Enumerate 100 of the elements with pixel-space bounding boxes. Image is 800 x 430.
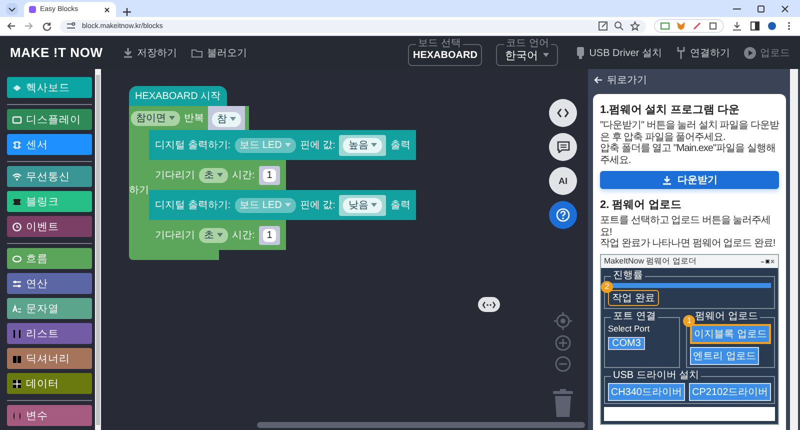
loop-icon	[12, 254, 22, 264]
download-icon	[732, 21, 742, 31]
scrollbar-track[interactable]	[790, 69, 798, 430]
share-icon	[598, 21, 608, 31]
category-item[interactable]: 연산	[7, 273, 92, 294]
help-icon	[556, 208, 570, 222]
number-field[interactable]: 1	[262, 168, 276, 182]
chip-icon	[12, 140, 22, 150]
unit-dropdown[interactable]: 초	[199, 168, 228, 182]
block-label: 기다리기	[155, 169, 195, 182]
condition-dropdown[interactable]: 참	[212, 112, 241, 126]
monitor-icon	[12, 114, 22, 124]
new-tab-icon	[122, 7, 132, 17]
zoom-icon	[614, 21, 624, 31]
group-label: USB 드라이버 설치	[611, 370, 702, 380]
play-icon	[744, 46, 756, 58]
block-label: 시간:	[232, 229, 255, 242]
instruction-text: 포트를 선택하고 업로드 버튼을 눌러주세요!	[600, 215, 772, 238]
open-button[interactable]: 불러오기	[190, 46, 247, 60]
site-info-icon	[66, 21, 76, 31]
usb-plug-icon	[576, 46, 586, 59]
number-field[interactable]: 1	[262, 228, 276, 242]
fox-icon	[676, 21, 686, 31]
text-icon	[12, 304, 22, 314]
wifi-icon	[12, 172, 22, 182]
wait-block[interactable]: 기다리기 초 시간: 1	[149, 160, 286, 190]
instruction-text: 압축 폴더를 열고 "Main.exe"파일을 실행해 주세요.	[600, 143, 776, 166]
value-dropdown[interactable]: 높음	[343, 138, 382, 152]
ai-button[interactable]: AI	[549, 167, 577, 195]
sliders-icon	[12, 278, 22, 288]
window-controls-icon	[760, 256, 775, 266]
scrollbar-thumb[interactable]	[257, 422, 585, 428]
book-icon	[12, 354, 22, 364]
category-item[interactable]: 무선통신	[7, 166, 92, 187]
step-title: 2. 펌웨어 업로드	[600, 198, 682, 212]
wait-block[interactable]: 기다리기 초 시간: 1	[149, 220, 286, 250]
field-label: Select Port	[608, 324, 651, 334]
logo[interactable]: MAKE !T NOW	[10, 45, 103, 60]
category-item[interactable]: 변수	[7, 405, 92, 426]
block-label: 하기	[129, 184, 149, 197]
category-item[interactable]: 리스트	[7, 323, 92, 344]
loop-mode-dropdown[interactable]: 참이면	[131, 110, 180, 126]
step-badge: 2	[601, 280, 613, 292]
plug-icon	[676, 46, 686, 59]
favicon-icon	[29, 6, 36, 13]
instruction-text: "다운받기" 버튼을 눌러 설치 파일을 다운받은 후 압축 파일을 풀어주세요.	[600, 120, 779, 143]
chip-icon	[12, 196, 22, 206]
puzzle-icon	[708, 21, 718, 31]
back-arrow-icon	[593, 75, 603, 85]
group-label: 포트 연결	[611, 310, 658, 322]
reload-icon	[42, 21, 52, 31]
download-icon	[122, 47, 133, 58]
close-icon	[103, 6, 111, 14]
window-title: MakeItNow 펌웨어 업로더	[604, 256, 698, 267]
save-button[interactable]: 저장하기	[122, 46, 177, 60]
block-label: 기다리기	[155, 229, 195, 242]
star-icon	[630, 21, 640, 31]
instruction-text: 작업 완료가 나타나면 펌웨어 업로드 완료!	[600, 238, 776, 250]
grid-icon	[12, 378, 22, 388]
code-button[interactable]	[549, 99, 577, 127]
back-link[interactable]: 뒤로가기	[593, 73, 786, 87]
block-label: 디지털 출력하기:	[155, 199, 231, 212]
back-icon	[6, 21, 16, 31]
block-label: 핀에 값:	[300, 199, 336, 212]
value-dropdown[interactable]: 낮음	[343, 198, 382, 212]
scrollbar-thumb[interactable]	[96, 75, 100, 425]
extensions-bar[interactable]	[654, 19, 724, 33]
block-label: 시간:	[232, 169, 255, 182]
folder-icon	[190, 48, 203, 58]
restore-icon	[756, 4, 766, 14]
block-label: 핀에 값:	[300, 139, 336, 152]
tab-list-button[interactable]	[6, 3, 18, 15]
group-label: 진행률	[611, 270, 645, 280]
code-icon	[557, 108, 569, 118]
chat-icon	[556, 141, 570, 153]
step-badge: 1	[683, 314, 696, 326]
category-item[interactable]: 데이터	[7, 373, 92, 394]
digital-write-block[interactable]: 디지털 출력하기: 보드 LED 핀에 값: 낮음 출력	[149, 190, 416, 220]
pen-icon	[692, 21, 702, 31]
forward-icon	[24, 21, 34, 31]
sidebar-icon	[750, 21, 760, 31]
block-label: 출력	[390, 139, 410, 152]
grid-icon	[660, 21, 670, 31]
download-icon	[662, 175, 672, 185]
step-title: 1.펌웨어 설치 프로그램 다운	[600, 103, 740, 117]
hexagon-icon	[12, 82, 22, 92]
unit-dropdown[interactable]: 초	[199, 228, 228, 242]
category-item[interactable]: 딕셔너리	[7, 348, 92, 369]
usb-button[interactable]: USB Driver 설치	[576, 46, 662, 60]
close-icon	[780, 4, 790, 14]
category-item[interactable]: 디스플레이	[7, 109, 92, 130]
connect-button[interactable]: 연결하기	[676, 46, 730, 60]
clock-icon	[12, 222, 22, 232]
help-button[interactable]	[549, 201, 577, 229]
profile-avatar[interactable]	[768, 22, 776, 30]
group-label: 펌웨어 업로드	[693, 310, 760, 322]
category-item[interactable]: 이벤트	[7, 216, 92, 237]
chat-button[interactable]	[549, 133, 577, 161]
digital-write-block[interactable]: 디지털 출력하기: 보드 LED 핀에 값: 높음 출력	[149, 130, 416, 160]
download-button[interactable]: 다운받기	[600, 171, 779, 189]
